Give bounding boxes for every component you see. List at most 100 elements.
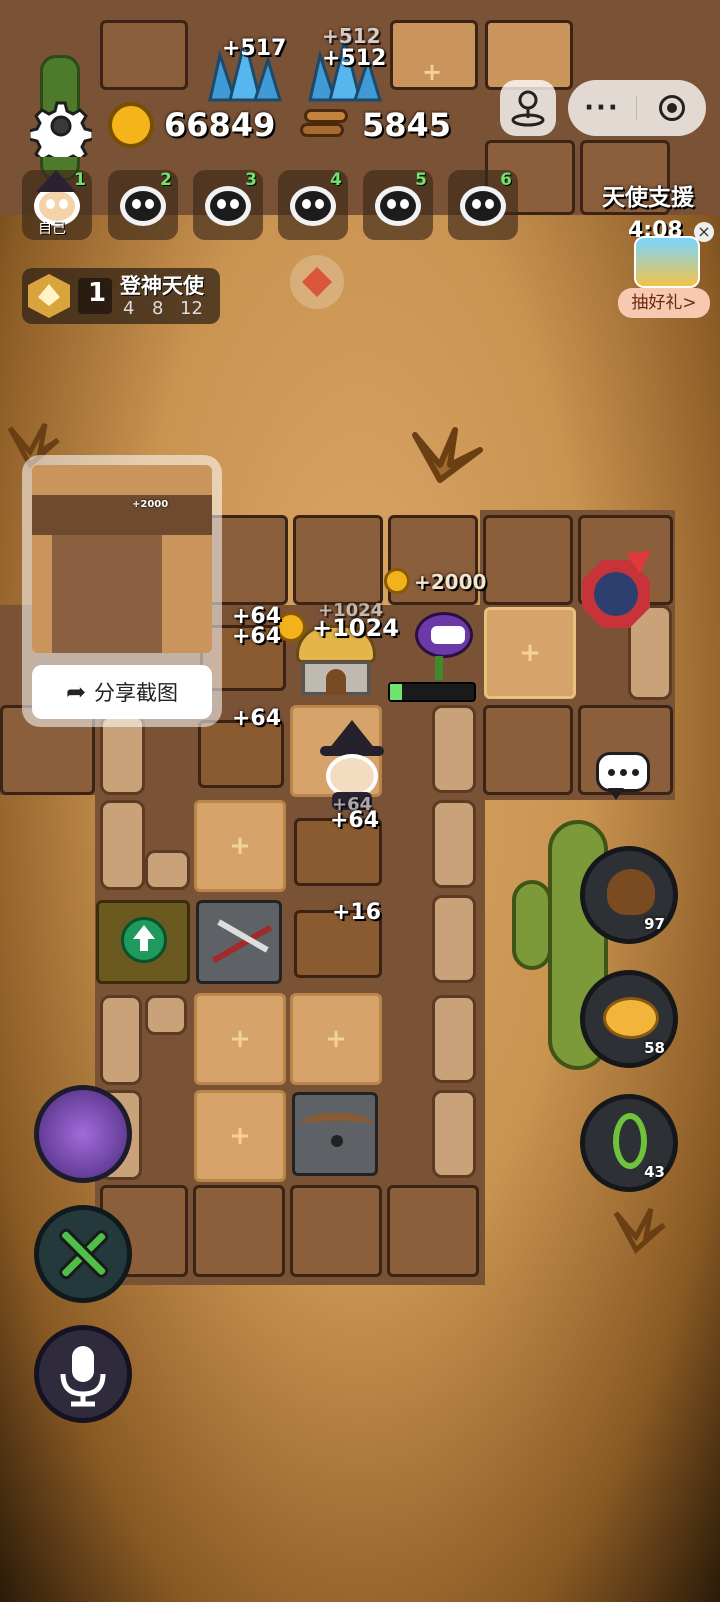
player-avatar[interactable]: 3: [193, 170, 263, 240]
enemy-alert-badge[interactable]: [582, 540, 658, 628]
wall-brick: [483, 515, 573, 605]
player-avatar[interactable]: 6: [448, 170, 518, 240]
wood-icon: [300, 105, 348, 145]
wall-brick: [193, 1185, 285, 1277]
stone-pillar: [145, 995, 187, 1035]
player-avatar-self[interactable]: 1 自己: [22, 170, 92, 240]
stone-pillar: [432, 995, 476, 1083]
cactus-arm: [512, 880, 552, 970]
stone-pillar: [432, 895, 476, 983]
poop-icon: [607, 869, 655, 915]
player-number: 5: [415, 170, 427, 190]
sheep-avatar: [375, 186, 421, 226]
top-plus-marker: +: [422, 58, 443, 86]
rank-stage: 12: [180, 298, 203, 319]
rank-stage: 8: [152, 298, 164, 319]
arrow-up-icon: [133, 925, 155, 939]
mini-program-capsule: ···: [568, 80, 706, 136]
plant-monster[interactable]: [405, 612, 477, 682]
stone-pillar: [432, 1090, 476, 1178]
empty-build-slot[interactable]: +: [194, 1090, 286, 1182]
settings-button[interactable]: [27, 95, 95, 169]
share-label: 分享截图: [94, 681, 179, 705]
rank-title: 登神天使: [120, 274, 204, 298]
joystick-button[interactable]: [500, 80, 556, 136]
piggy-bank-button[interactable]: 58: [580, 970, 678, 1068]
vine-icon: [613, 1113, 647, 1169]
piggy-count: 58: [644, 1039, 665, 1057]
player-number: 4: [330, 170, 342, 190]
support-draw-button[interactable]: 抽好礼>: [618, 288, 710, 318]
empty-build-slot[interactable]: +: [290, 993, 382, 1085]
gem-gain-right: +512: [322, 46, 387, 71]
angel-token-icon[interactable]: [290, 255, 344, 309]
empty-build-slot[interactable]: +: [484, 607, 576, 699]
build-tools-button[interactable]: [34, 1205, 132, 1303]
player-self-label: 自己: [38, 221, 66, 237]
crossbow-tower[interactable]: [196, 900, 282, 984]
catapult-tower[interactable]: [292, 1092, 378, 1176]
tools-icon: [59, 1228, 109, 1280]
top-brick: [100, 20, 188, 90]
poop-item-button[interactable]: 97: [580, 846, 678, 944]
microphone-icon: [60, 1346, 106, 1407]
wall-brick: [483, 705, 573, 795]
wall-brick: [290, 1185, 382, 1277]
stone-pillar: [432, 705, 476, 793]
angel-wings-icon: [28, 274, 70, 318]
wolf-sheep-skill-button[interactable]: [34, 1085, 132, 1183]
player-avatar[interactable]: 5: [363, 170, 433, 240]
upgrade-gate[interactable]: [96, 900, 190, 984]
sheep-avatar: [290, 186, 336, 226]
player-number: 3: [245, 170, 257, 190]
chat-icon: [596, 752, 650, 792]
player-number: 6: [500, 170, 512, 190]
coins-value: 66849: [164, 106, 276, 144]
stone-pillar: [100, 800, 145, 890]
dry-bush: [412, 427, 483, 483]
monster-health-bar: [388, 682, 476, 702]
player-avatar[interactable]: 2: [108, 170, 178, 240]
microphone-button[interactable]: [34, 1325, 132, 1423]
screenshot-thumbnail[interactable]: +2000: [32, 465, 212, 653]
dry-bush: [613, 1207, 666, 1254]
rank-level: 1: [88, 278, 107, 308]
coins-counter: 66849: [108, 102, 275, 148]
vine-item-button[interactable]: 43: [580, 1094, 678, 1192]
stone-pillar: [432, 800, 476, 888]
record-icon: [659, 95, 685, 121]
rank-panel[interactable]: 1 登神天使 4 8 12: [22, 268, 220, 324]
joystick-icon: [511, 90, 545, 127]
thumbnail-gain: +2000: [132, 499, 169, 510]
piggy-bank-icon: [603, 997, 659, 1039]
wall-brick: [293, 515, 383, 605]
share-arrow-icon: ➦: [65, 678, 87, 706]
wall-brick: [387, 1185, 479, 1277]
chat-button[interactable]: [596, 752, 650, 802]
witch-hat-icon: [36, 170, 76, 192]
sheep-avatar: [120, 186, 166, 226]
share-screenshot-button[interactable]: ➦ 分享截图: [32, 665, 212, 719]
empty-build-slot[interactable]: +: [194, 993, 286, 1085]
player-number: 2: [160, 170, 172, 190]
support-title: 天使支援: [602, 185, 694, 211]
sheep-avatar: [205, 186, 251, 226]
wood-gain: +64: [232, 706, 282, 731]
record-button[interactable]: [638, 80, 706, 136]
wood-gain: +64: [330, 808, 380, 833]
stone-pillar: [100, 995, 142, 1085]
stone-pillar: [100, 715, 145, 795]
game-stage: + +517 +512 +512 66849 5845 ··· 1 自己 2 3…: [0, 0, 720, 1602]
coin-gain: +2000: [414, 570, 487, 594]
support-angel-icon[interactable]: [634, 236, 700, 288]
empty-build-slot[interactable]: +: [194, 800, 286, 892]
coin-icon: [384, 568, 410, 594]
poop-count: 97: [644, 915, 665, 933]
share-screenshot-panel: +2000 ➦ 分享截图: [22, 455, 222, 727]
gear-icon: [27, 101, 95, 169]
more-button[interactable]: ···: [568, 80, 636, 136]
player-avatar[interactable]: 4: [278, 170, 348, 240]
wood-value: 5845: [362, 106, 452, 144]
coin-gain: +1024: [312, 614, 399, 642]
wood-counter: 5845: [300, 102, 451, 148]
